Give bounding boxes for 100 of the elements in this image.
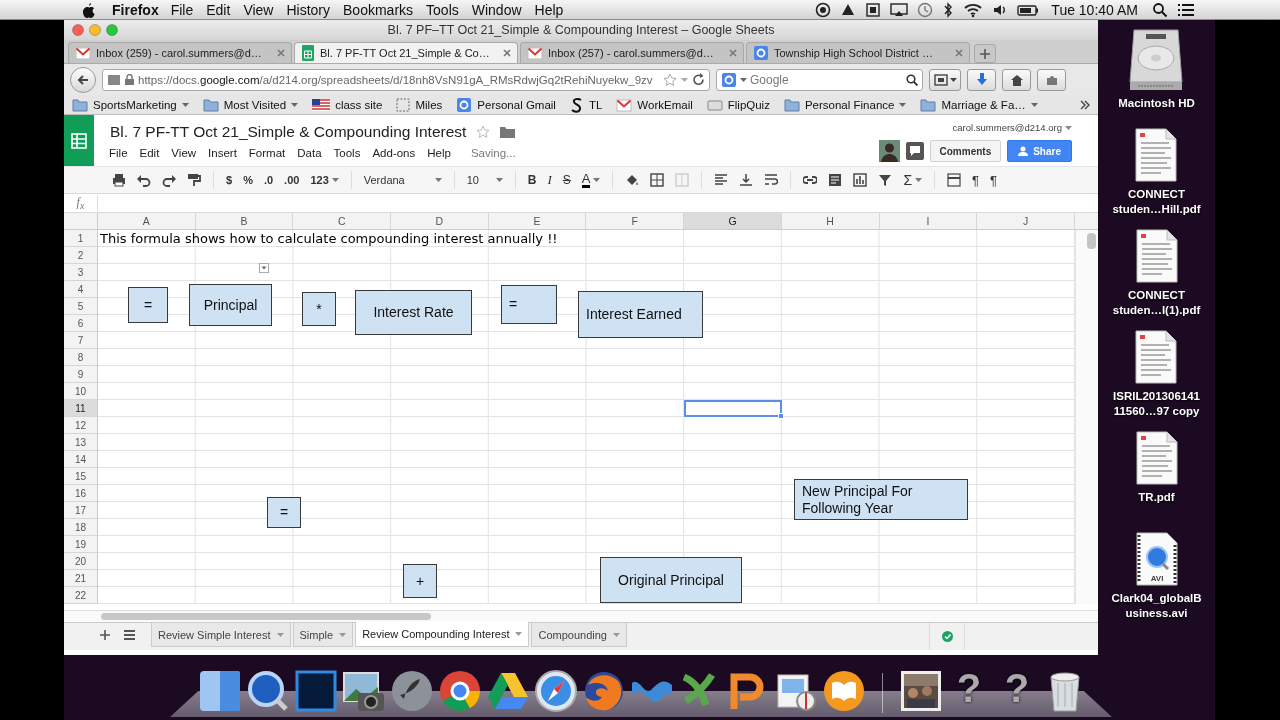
rocket-icon[interactable] (390, 669, 434, 713)
share-button[interactable]: Share (1007, 140, 1072, 162)
tile-icon[interactable] (294, 669, 338, 713)
scrollbar-thumb[interactable] (1087, 233, 1096, 249)
new-tab-button[interactable] (974, 44, 996, 63)
close-icon[interactable] (277, 49, 285, 57)
row-header[interactable]: 9 (64, 366, 97, 383)
row-header[interactable]: 15 (64, 468, 97, 485)
fill-handle[interactable] (777, 413, 784, 419)
home-button[interactable] (1002, 68, 1031, 91)
download-button[interactable] (967, 68, 996, 91)
menu-item[interactable]: Tools (426, 1, 459, 18)
menu-item[interactable]: Edit (206, 1, 231, 18)
chevron-icon[interactable] (1080, 99, 1090, 110)
menu-item[interactable]: Data (297, 147, 322, 159)
menu-item[interactable]: Window (471, 1, 522, 18)
menu-item[interactable]: File (170, 1, 194, 18)
font-size-dropdown[interactable]: 10 (464, 172, 505, 188)
scrollbar-thumb[interactable] (101, 613, 431, 620)
row-header[interactable]: 4 (64, 281, 97, 298)
back-button[interactable] (70, 66, 96, 93)
row-header[interactable]: 5 (64, 298, 97, 315)
row-header[interactable]: 20 (64, 553, 97, 570)
spreadsheet-icon[interactable] (71, 132, 87, 149)
sheet-tab[interactable]: Review Compounding Interest (355, 622, 530, 647)
dropdown-icon[interactable] (259, 263, 269, 273)
menu-item[interactable]: Format (248, 147, 286, 159)
menu-item[interactable]: File (109, 147, 128, 159)
row-header[interactable]: 12 (64, 417, 97, 434)
star-icon[interactable] (663, 72, 677, 87)
row-header[interactable]: 13 (64, 434, 97, 451)
file-label[interactable]: ISRIL201306141 11560…97 copy (1113, 389, 1200, 419)
number-format-button[interactable]: 123 (308, 172, 341, 188)
bookmark[interactable]: Marriage & Fa… (920, 97, 1038, 112)
account-email[interactable]: carol.summers@d214.org (952, 122, 1062, 133)
bookmark[interactable]: TL (569, 96, 603, 113)
row-header[interactable]: 8 (64, 349, 97, 366)
column-header[interactable]: J (977, 213, 1075, 229)
list-icon[interactable] (1177, 1, 1195, 18)
folder-icon[interactable] (500, 126, 516, 138)
bookmark[interactable]: Personal Finance (783, 97, 907, 112)
browser-tab[interactable]: Bl. 7 PF-TT Oct 21_Simple & Co… (294, 42, 518, 63)
menu-item[interactable]: View (243, 1, 274, 18)
sheet-tab[interactable]: Simple (292, 623, 354, 647)
camera-icon[interactable] (342, 669, 386, 713)
text-box[interactable]: Interest Rate (355, 290, 472, 335)
bookmark[interactable]: Most Visited (202, 97, 299, 112)
close-icon[interactable] (955, 49, 963, 57)
search-icon[interactable] (1152, 1, 1168, 18)
chart-button[interactable] (851, 171, 870, 189)
percent-button[interactable]: % (241, 172, 255, 188)
text-box[interactable]: Interest Earned (578, 291, 703, 338)
menu-item[interactable]: Help (427, 147, 451, 159)
functions-button[interactable]: Σ (901, 170, 925, 190)
column-header[interactable]: G (684, 213, 782, 229)
row-header[interactable]: 17 (64, 502, 97, 519)
text-color-button[interactable]: A (579, 170, 603, 190)
bold-button[interactable]: B (525, 171, 539, 189)
borders-button[interactable] (648, 171, 667, 189)
menu-item[interactable]: Bookmarks (343, 1, 414, 18)
clock-icon[interactable] (917, 1, 934, 18)
menu-item[interactable]: Add-ons (372, 147, 416, 159)
screenshot-button[interactable] (929, 68, 961, 91)
freeze-button[interactable] (945, 171, 964, 189)
currency-button[interactable]: $ (224, 172, 235, 188)
menu-item[interactable]: Help (534, 1, 564, 18)
file-label[interactable]: CONNECT studen…l(1).pdf (1112, 288, 1201, 318)
row-header[interactable]: 21 (64, 570, 97, 587)
compass-icon[interactable] (534, 669, 578, 713)
chat-button[interactable] (905, 142, 924, 160)
reload-icon[interactable] (692, 73, 705, 86)
menu-item[interactable]: Insert (208, 147, 237, 159)
extension-button[interactable] (1037, 68, 1066, 91)
column-header[interactable]: C (293, 213, 392, 229)
square-icon[interactable] (198, 669, 242, 713)
menu-item[interactable]: Edit (139, 147, 160, 159)
address-field[interactable]: https://docs.google.com/a/d214.org/spreadsheets/d/18nh8VsN91gA_RMsRdwjGq2tRehiNuyekw_9zv (102, 68, 710, 91)
close-icon[interactable] (729, 49, 737, 57)
row-header[interactable]: 11 (64, 400, 97, 417)
sheet-tab[interactable]: Review Simple Interest (151, 623, 291, 647)
bookmark[interactable]: FlipQuiz (706, 98, 770, 111)
selected-cell[interactable] (684, 400, 782, 417)
text-box[interactable]: = (267, 497, 301, 528)
text-box[interactable]: Principal (189, 284, 272, 326)
column-header[interactable]: E (488, 213, 587, 229)
record-icon[interactable] (815, 1, 832, 18)
file-label[interactable]: Clark04_globalB usiness.avi (1111, 591, 1202, 621)
printer-button[interactable] (110, 171, 128, 189)
magnifier-icon[interactable] (246, 669, 290, 713)
row-header[interactable]: 18 (64, 519, 97, 536)
comments-button[interactable]: Comments (929, 140, 1002, 162)
file-label[interactable]: Macintosh HD (1118, 96, 1195, 111)
menu-item[interactable]: View (171, 147, 197, 159)
row-header[interactable]: 16 (64, 485, 97, 502)
bookmark[interactable]: WorkEmail (616, 97, 693, 112)
document-title[interactable]: Bl. 7 PF-TT Oct 21_Simple & Compounding Interest (110, 123, 467, 141)
right-to-left-button[interactable]: ¶ (988, 170, 1000, 190)
app-menu[interactable]: Firefox (112, 1, 159, 18)
row-header[interactable]: 2 (64, 247, 97, 264)
row-header[interactable]: 22 (64, 587, 97, 604)
